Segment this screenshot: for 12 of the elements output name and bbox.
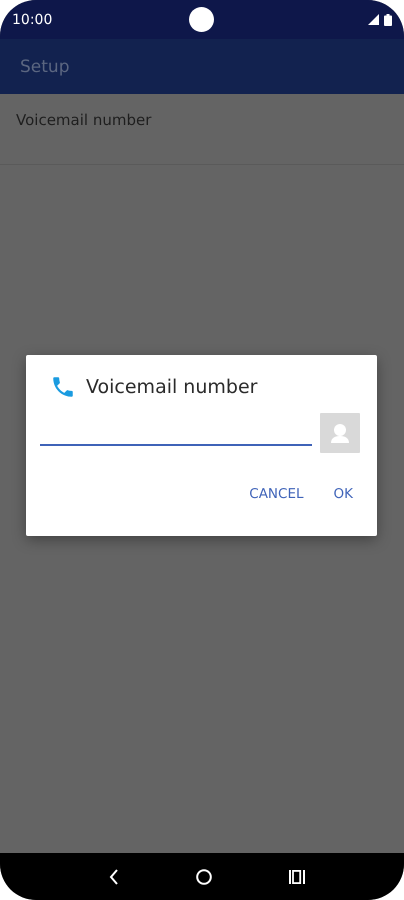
camera-cutout — [189, 7, 214, 32]
back-icon[interactable] — [108, 868, 119, 884]
dialog-button[interactable]: CANCEL — [239, 482, 314, 506]
recent-apps-icon[interactable] — [289, 870, 306, 884]
app-title: Setup — [20, 56, 70, 76]
signal-icon — [368, 14, 379, 25]
clock-time: 10:00 — [12, 12, 52, 28]
dialog-title: Voicemail number — [86, 376, 258, 398]
dialog-button[interactable]: OK — [324, 482, 363, 506]
person-icon — [330, 423, 350, 443]
home-icon[interactable] — [196, 868, 212, 884]
battery-icon — [384, 14, 392, 26]
